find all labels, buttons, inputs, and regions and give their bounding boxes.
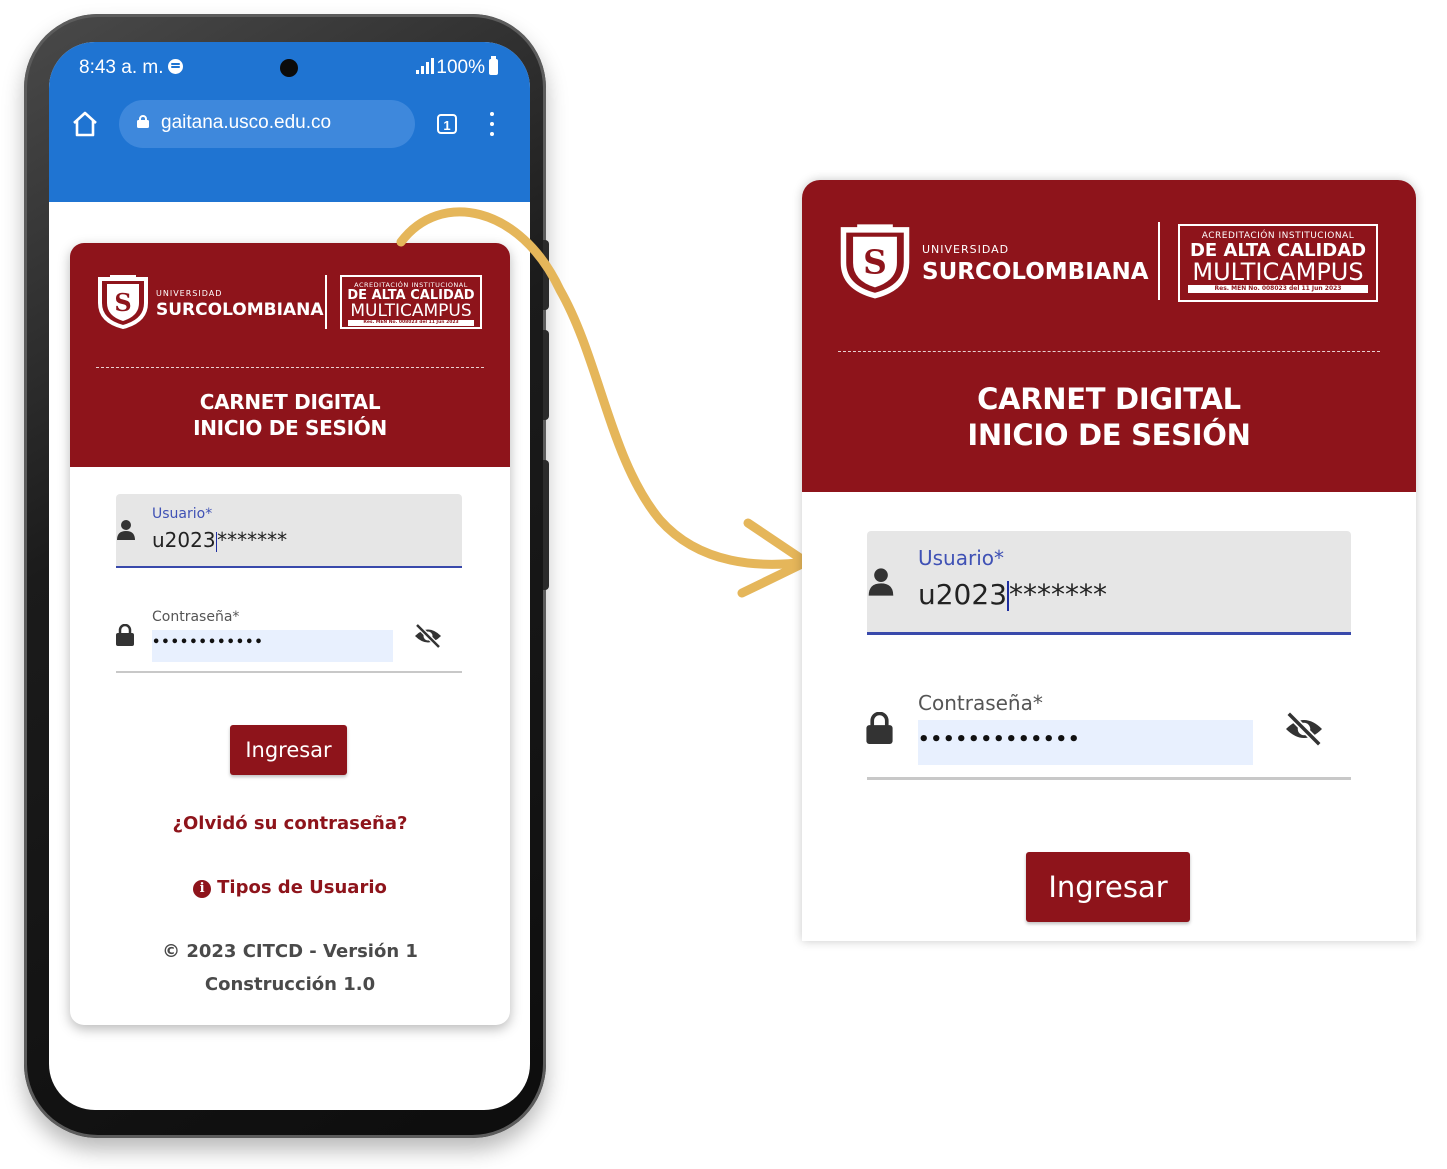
zoomed-logo-university-small: UNIVERSIDAD: [922, 243, 1010, 256]
zoomed-password-label: Contraseña*: [918, 691, 1043, 715]
zoomed-login-card: S UNIVERSIDAD SURCOLOMBIANA ACREDITACIÓN…: [802, 180, 1416, 941]
zoomed-password-value: •••••••••••••: [918, 729, 1081, 750]
zoomed-header-divider: [838, 351, 1380, 352]
zoomed-password-lock-icon: [866, 712, 893, 744]
svg-text:S: S: [863, 243, 887, 282]
zoomed-eye-off-icon[interactable]: [1283, 711, 1325, 747]
zoomed-person-icon: [868, 568, 894, 596]
zoomed-accreditation-badge: ACREDITACIÓN INSTITUCIONAL DE ALTA CALID…: [1178, 224, 1378, 302]
zoomed-logo-university-name: SURCOLOMBIANA: [922, 259, 1149, 285]
zoomed-logo-divider: [1158, 222, 1160, 300]
zoomed-password-underline: [867, 777, 1351, 780]
zoomed-university-shield-logo: S: [840, 224, 910, 299]
zoomed-page-title: CARNET DIGITAL INICIO DE SESIÓN: [967, 382, 1251, 452]
zoomed-username-label: Usuario*: [918, 546, 1005, 570]
zoomed-card-header: S UNIVERSIDAD SURCOLOMBIANA ACREDITACIÓN…: [802, 180, 1416, 492]
zoomed-username-value[interactable]: u2023*******: [918, 578, 1107, 611]
zoomed-login-button[interactable]: Ingresar: [1026, 852, 1190, 922]
zoomed-username-underline: [867, 632, 1351, 635]
